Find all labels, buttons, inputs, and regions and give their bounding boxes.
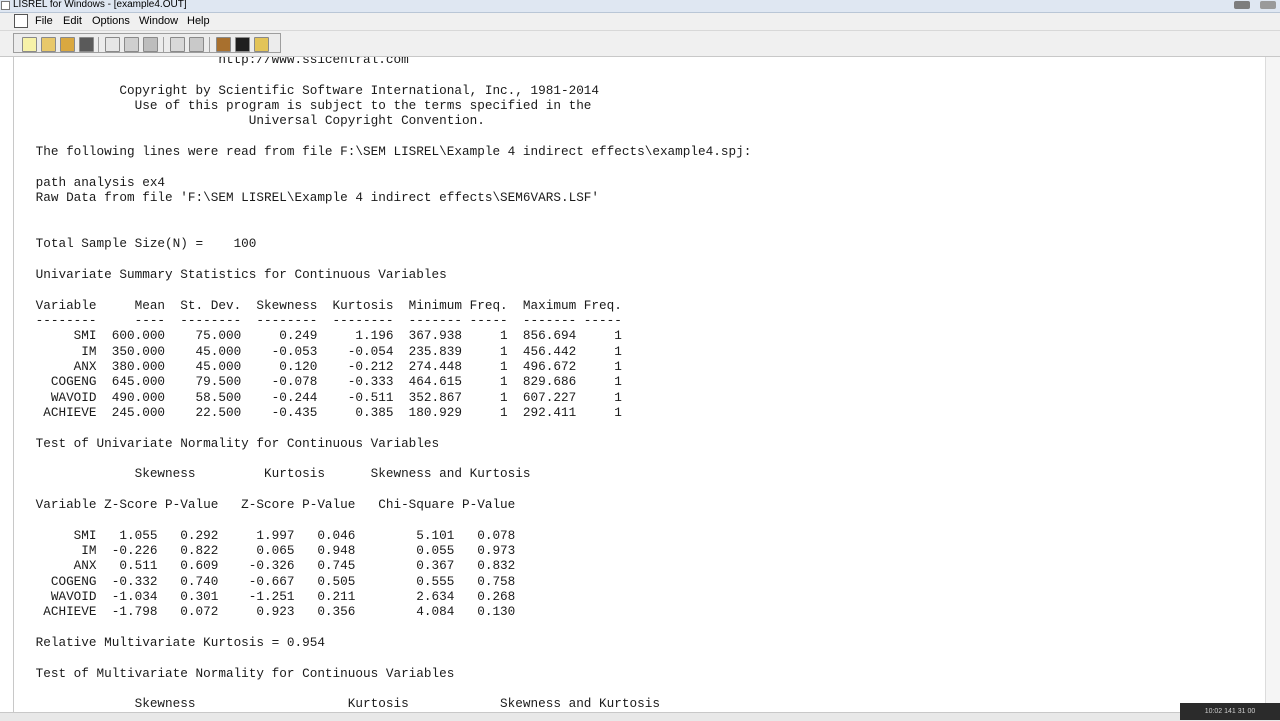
output-line: WAVOID -1.034 0.301 -1.251 0.211 2.634 0…	[28, 589, 516, 604]
output-line: IM -0.226 0.822 0.065 0.948 0.055 0.973	[28, 543, 516, 558]
menu-options[interactable]: Options	[92, 14, 130, 29]
info-icon[interactable]	[235, 37, 250, 52]
new-file-icon[interactable]	[22, 37, 37, 52]
print-icon[interactable]	[216, 37, 231, 52]
menu-edit[interactable]: Edit	[63, 14, 82, 29]
toolbar-separator	[209, 37, 210, 52]
title-bar: LISREL for Windows - [example4.OUT]	[0, 0, 1280, 13]
output-line: Copyright by Scientific Software Interna…	[28, 83, 600, 98]
output-line: Univariate Summary Statistics for Contin…	[28, 267, 447, 282]
output-line: Use of this program is subject to the te…	[28, 98, 592, 113]
toolbar-separator	[98, 37, 99, 52]
taskbar-clock: 10:02 141 31 00	[1180, 703, 1280, 720]
output-line: SMI 600.000 75.000 0.249 1.196 367.938 1…	[28, 328, 622, 343]
menu-file[interactable]: File	[35, 14, 53, 29]
output-line: IM 350.000 45.000 -0.053 -0.054 235.839 …	[28, 344, 622, 359]
output-line: Variable Z-Score P-Value Z-Score P-Value…	[28, 497, 516, 512]
output-line: SMI 1.055 0.292 1.997 0.046 5.101 0.078	[28, 528, 516, 543]
output-line: Total Sample Size(N) = 100	[28, 236, 257, 251]
toolbar	[0, 31, 1280, 57]
save-icon[interactable]	[79, 37, 94, 52]
menu-bar: File Edit Options Window Help	[0, 13, 1280, 31]
lisrel-app-icon	[1, 1, 10, 10]
output-line: ACHIEVE 245.000 22.500 -0.435 0.385 180.…	[28, 405, 622, 420]
output-line: WAVOID 490.000 58.500 -0.244 -0.511 352.…	[28, 390, 622, 405]
output-line: The following lines were read from file …	[28, 144, 752, 159]
output-line: ANX 380.000 45.000 0.120 -0.212 274.448 …	[28, 359, 622, 374]
output-line: COGENG -0.332 0.740 -0.667 0.505 0.555 0…	[28, 574, 516, 589]
copy-icon[interactable]	[124, 37, 139, 52]
output-line: http://www.ssicentral.com	[28, 57, 409, 67]
output-line: Variable Mean St. Dev. Skewness Kurtosis…	[28, 298, 622, 313]
output-line: ACHIEVE -1.798 0.072 0.923 0.356 4.084 0…	[28, 604, 516, 619]
help-icon[interactable]	[254, 37, 269, 52]
output-line: Test of Multivariate Normality for Conti…	[28, 666, 455, 681]
cut-icon[interactable]	[105, 37, 120, 52]
output-line: Test of Univariate Normality for Continu…	[28, 436, 440, 451]
output-line: Relative Multivariate Kurtosis = 0.954	[28, 635, 325, 650]
toolbar-button-group	[13, 33, 281, 53]
output-line: ANX 0.511 0.609 -0.326 0.745 0.367 0.832	[28, 558, 516, 573]
output-line: COGENG 645.000 79.500 -0.078 -0.333 464.…	[28, 374, 622, 389]
open-file-icon[interactable]	[60, 37, 75, 52]
vertical-scrollbar[interactable]	[1265, 57, 1280, 712]
run-prelis-icon[interactable]	[189, 37, 204, 52]
toolbar-separator	[163, 37, 164, 52]
output-line: -------- ---- -------- -------- --------…	[28, 313, 622, 328]
output-line: Skewness Kurtosis Skewness and Kurtosis	[28, 696, 660, 711]
output-text-area[interactable]: http://www.ssicentral.com Copyright by S…	[13, 57, 1267, 712]
output-line: Universal Copyright Convention.	[28, 113, 485, 128]
output-line: path analysis ex4	[28, 175, 166, 190]
open-folder-icon[interactable]	[41, 37, 56, 52]
minimize-button[interactable]	[1234, 1, 1250, 9]
output-line: Raw Data from file 'F:\SEM LISREL\Exampl…	[28, 190, 600, 205]
menu-help[interactable]: Help	[187, 14, 210, 29]
document-icon[interactable]	[14, 14, 28, 28]
run-lisrel-icon[interactable]	[170, 37, 185, 52]
window-title: LISREL for Windows - [example4.OUT]	[13, 0, 187, 10]
paste-icon[interactable]	[143, 37, 158, 52]
close-button[interactable]	[1260, 1, 1276, 9]
output-line: Skewness Kurtosis Skewness and Kurtosis	[28, 466, 531, 481]
menu-window[interactable]: Window	[139, 14, 178, 29]
